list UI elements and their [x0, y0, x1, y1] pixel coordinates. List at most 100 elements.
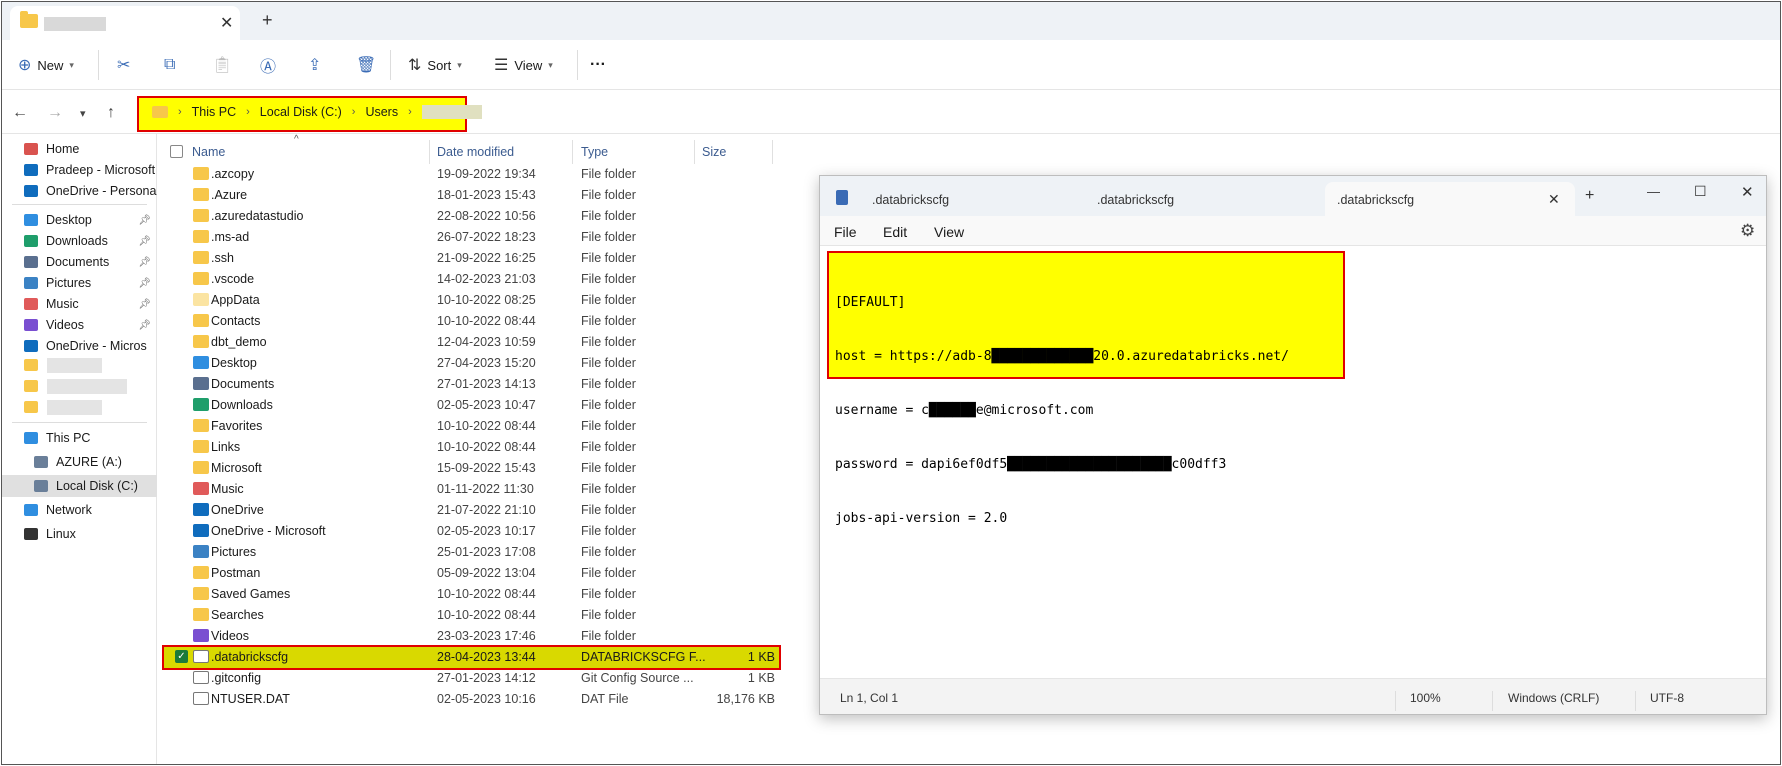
file-row[interactable]: Postman 05-09-2022 13:04 File folder [164, 563, 779, 584]
pin-icon[interactable]: 📌︎ [138, 278, 151, 289]
nav-item-pictures[interactable]: Pictures 📌︎ [2, 272, 157, 294]
file-row[interactable]: .azuredatastudio 22-08-2022 10:56 File fol… [164, 206, 779, 227]
close-tab-icon[interactable]: ✕ [220, 13, 233, 33]
back-arrow-icon[interactable]: ← [12, 104, 28, 122]
nav-item-documents[interactable]: Documents 📌︎ [2, 251, 157, 273]
forward-arrow-icon[interactable]: → [47, 104, 63, 122]
nav-item-local-disk-c[interactable]: Local Disk (C:) [2, 475, 157, 497]
breadcrumb-this-pc[interactable]: This PC [192, 105, 236, 119]
maximize-button[interactable]: ☐ [1694, 183, 1707, 200]
line-ending[interactable]: Windows (CRLF) [1508, 691, 1599, 705]
breadcrumb-user-redacted[interactable] [421, 105, 482, 119]
new-tab-button[interactable]: + [262, 10, 273, 31]
pin-icon[interactable]: 📌︎ [138, 236, 151, 247]
paste-button[interactable]: 📋︎ [212, 54, 232, 76]
trash-icon: 🗑︎ [356, 57, 377, 74]
file-row[interactable]: .Azure 18-01-2023 15:43 File folder [164, 185, 779, 206]
file-name: .ssh [211, 251, 234, 265]
file-row[interactable]: NTUSER.DAT 02-05-2023 10:16 DAT File 18,176… [164, 689, 779, 710]
nav-item-network[interactable]: Network [2, 499, 157, 521]
close-window-button[interactable]: ✕ [1741, 183, 1754, 201]
zoom-level[interactable]: 100% [1410, 691, 1441, 705]
pin-icon[interactable]: 📌︎ [138, 320, 151, 331]
new-button[interactable]: ⊕ New ▾ [18, 54, 74, 76]
file-row[interactable]: Music 01-11-2022 11:30 File folder [164, 479, 779, 500]
nav-item-videos[interactable]: Videos 📌︎ [2, 314, 157, 336]
nav-item-onedrive-micros[interactable]: OneDrive - Micros [2, 335, 157, 357]
file-row[interactable]: Desktop 27-04-2023 15:20 File folder [164, 353, 779, 374]
file-row[interactable]: Saved Games 10-10-2022 08:44 File folder [164, 584, 779, 605]
pin-icon[interactable]: 📌︎ [138, 257, 151, 268]
onedrive-icon [24, 185, 38, 197]
pin-icon[interactable]: 📌︎ [138, 215, 151, 226]
notepad-tab-1[interactable]: .databrickscfg [860, 182, 1070, 216]
file-row[interactable]: Pictures 25-01-2023 17:08 File folder [164, 542, 779, 563]
breadcrumb-users[interactable]: Users [365, 105, 398, 119]
nav-item-this-pc[interactable]: This PC [2, 427, 157, 449]
file-row[interactable]: Links 10-10-2022 08:44 File folder [164, 437, 779, 458]
menu-view[interactable]: View [934, 224, 964, 240]
column-header-size[interactable]: Size [702, 145, 726, 159]
notepad-tab-3-active[interactable]: .databrickscfg ✕ [1325, 182, 1575, 216]
file-row[interactable]: Documents 27-01-2023 14:13 File folder [164, 374, 779, 395]
column-header-date[interactable]: Date modified [437, 145, 514, 159]
view-button[interactable]: ☰ View ▾ [494, 54, 553, 76]
minimize-button[interactable]: — [1647, 184, 1660, 199]
nav-item-linux[interactable]: Linux [2, 523, 157, 545]
file-row[interactable]: Microsoft 15-09-2022 15:43 File folder [164, 458, 779, 479]
redacted-nav-item[interactable] [47, 400, 102, 415]
select-all-checkbox[interactable] [170, 145, 183, 158]
rename-button[interactable]: Ⓐ [260, 54, 276, 76]
file-row[interactable]: .ms-ad 26-07-2022 18:23 File folder [164, 227, 779, 248]
file-row[interactable]: OneDrive - Microsoft 02-05-2023 10:17 File… [164, 521, 779, 542]
nav-item-azure-a[interactable]: AZURE (A:) [2, 451, 157, 473]
close-tab-icon[interactable]: ✕ [1548, 191, 1560, 208]
notepad-tab-2[interactable]: .databrickscfg [1085, 182, 1295, 216]
cut-button[interactable]: ✂ [117, 54, 130, 76]
nav-item-onedrive-personal[interactable]: OneDrive - Personal [2, 180, 157, 202]
file-row[interactable]: AppData 10-10-2022 08:25 File folder [164, 290, 779, 311]
redacted-nav-item[interactable] [47, 379, 127, 394]
notepad-text-editor[interactable]: [DEFAULT] host = https://adb-8██████████… [820, 246, 1766, 678]
folder-icon [193, 440, 209, 453]
checkbox-checked-icon[interactable]: ✓ [175, 650, 188, 663]
file-row[interactable]: ✓ .databrickscfg 28-04-2023 13:44 DATABRICK… [162, 645, 781, 670]
delete-button[interactable]: 🗑︎ [356, 54, 376, 76]
nav-item-pradeep-microsoft[interactable]: Pradeep - Microsoft [2, 159, 157, 181]
file-row[interactable]: dbt_demo 12-04-2023 10:59 File folder [164, 332, 779, 353]
nav-item-desktop[interactable]: Desktop 📌︎ [2, 209, 157, 231]
pin-icon[interactable]: 📌︎ [138, 299, 151, 310]
nav-item-music[interactable]: Music 📌︎ [2, 293, 157, 315]
file-row[interactable]: .vscode 14-02-2023 21:03 File folder [164, 269, 779, 290]
file-row[interactable]: Favorites 10-10-2022 08:44 File folder [164, 416, 779, 437]
file-row[interactable]: Downloads 02-05-2023 10:47 File folder [164, 395, 779, 416]
up-arrow-icon[interactable]: ↑ [107, 104, 115, 122]
nav-item-home[interactable]: Home [2, 138, 157, 160]
more-options-button[interactable]: ··· [590, 54, 606, 76]
explorer-tab-active[interactable]: ✕ [10, 6, 240, 40]
sort-button[interactable]: ⇅ Sort ▾ [408, 54, 462, 76]
copy-button[interactable]: ⧉ [164, 54, 175, 76]
menu-file[interactable]: File [834, 224, 857, 240]
recent-chevron-icon[interactable]: ▾ [80, 107, 86, 120]
nav-item-downloads[interactable]: Downloads 📌︎ [2, 230, 157, 252]
file-row[interactable]: Contacts 10-10-2022 08:44 File folder [164, 311, 779, 332]
redacted-nav-item[interactable] [47, 358, 102, 373]
file-row[interactable]: Videos 23-03-2023 17:46 File folder [164, 626, 779, 647]
share-button[interactable]: ⇪ [308, 54, 321, 76]
sort-label: Sort [427, 57, 452, 73]
breadcrumb-local-disk[interactable]: Local Disk (C:) [260, 105, 342, 119]
config-text[interactable]: [DEFAULT] host = https://adb-8██████████… [835, 258, 1289, 564]
settings-gear-icon[interactable]: ⚙ [1740, 221, 1755, 241]
encoding[interactable]: UTF-8 [1650, 691, 1684, 705]
file-row[interactable]: .ssh 21-09-2022 16:25 File folder [164, 248, 779, 269]
menu-edit[interactable]: Edit [883, 224, 907, 240]
file-row[interactable]: .azcopy 19-09-2022 19:34 File folder [164, 164, 779, 185]
file-row[interactable]: Searches 10-10-2022 08:44 File folder [164, 605, 779, 626]
file-row[interactable]: .gitconfig 27-01-2023 14:12 Git Config Sou… [164, 668, 779, 689]
new-tab-button[interactable]: + [1585, 187, 1594, 205]
column-header-type[interactable]: Type [581, 145, 608, 159]
column-header-name[interactable]: Name [192, 145, 225, 159]
downloads-icon [193, 398, 209, 411]
file-row[interactable]: OneDrive 21-07-2022 21:10 File folder [164, 500, 779, 521]
